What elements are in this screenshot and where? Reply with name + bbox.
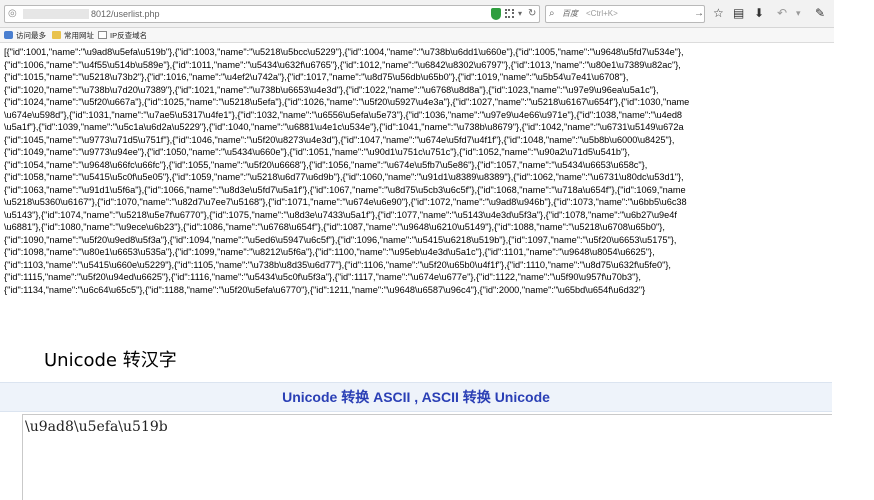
extension-icon[interactable]: ✎ [815, 6, 825, 20]
chevron-down-icon[interactable]: ▾ [518, 6, 522, 22]
reload-icon[interactable]: ↻ [528, 6, 536, 22]
globe-icon: ◎ [8, 8, 17, 19]
back-dropdown-icon[interactable]: ▾ [796, 6, 801, 20]
search-input[interactable]: ⌕ 百度 <Ctrl+K> → [545, 5, 705, 23]
json-line: {"id":1103,"name":"\u5415\u660e\u5229"},… [4, 259, 671, 270]
page-margin [834, 0, 874, 500]
tool-title-bar: Unicode 转换 ASCII , ASCII 转换 Unicode [0, 382, 832, 412]
bookmark-label: 常用网址 [64, 31, 94, 40]
address-bar[interactable]: ◎ 8012/userlist.php ▾ ↻ [4, 5, 540, 23]
address-url[interactable]: 8012/userlist.php [91, 6, 160, 22]
search-icon: ⌕ [549, 8, 555, 19]
json-line: {"id":1063,"name":"\u91d1\u5f6a"},{"id":… [4, 184, 686, 195]
json-line: {"id":1098,"name":"\u80e1\u6653\u535a"},… [4, 247, 655, 257]
search-engine-label[interactable]: 百度 [562, 6, 578, 22]
section-heading: Unicode 转汉字 [44, 350, 177, 371]
json-line: {"id":1115,"name":"\u5f20\u94ed\u6625"},… [4, 272, 641, 282]
search-placeholder: <Ctrl+K> [586, 9, 618, 18]
page-icon [98, 31, 107, 39]
json-line: {"id":1015,"name":"\u5218\u73b2"},{"id":… [4, 72, 629, 82]
unicode-input-textarea[interactable]: \u9ad8\u5efa\u519b [22, 414, 832, 500]
json-line: \u5218\u5360\u6167"},{"id":1070,"name":"… [4, 197, 687, 207]
json-line: \u5143"},{"id":1074,"name":"\u5218\u5e7f… [4, 209, 677, 220]
shield-icon[interactable] [491, 8, 501, 20]
folder-icon [52, 31, 61, 39]
json-line: {"id":1020,"name":"\u738b\u7d20\u7389"},… [4, 84, 659, 95]
json-output: [{"id":1001,"name":"\u9ad8\u5efa\u519b"}… [4, 46, 834, 326]
json-line: {"id":1058,"name":"\u5415\u5c0f\u5e05"},… [4, 172, 684, 182]
json-line: {"id":1024,"name":"\u5f20\u667a"},{"id":… [4, 97, 690, 107]
json-line: {"id":1006,"name":"\u4f55\u514b\u589e"},… [4, 59, 681, 70]
json-line: \u674e\u598d"},{"id":1031,"name":"\u7ae5… [4, 109, 683, 120]
tool-title: Unicode 转换 ASCII , ASCII 转换 Unicode [282, 389, 550, 405]
json-line: {"id":1134,"name":"\u6c64\u65c5"},{"id":… [4, 284, 646, 295]
browser-toolbar: ◎ 8012/userlist.php ▾ ↻ ⌕ 百度 <Ctrl+K> → … [0, 0, 834, 28]
bookmark-star-icon[interactable]: ☆ [713, 6, 724, 20]
bookmark-common-sites[interactable]: 常用网址 [52, 30, 94, 41]
favicon-icon [4, 31, 13, 39]
bookmark-label: IP反查域名 [110, 31, 148, 40]
json-line: \u5a1f"},{"id":1039,"name":"\u5c1a\u6d2a… [4, 122, 684, 132]
json-line: {"id":1054,"name":"\u9648\u66fc\u66fc"},… [4, 159, 648, 170]
search-go-icon[interactable]: → [694, 6, 704, 22]
bookmark-most-visited[interactable]: 访问最多 [4, 30, 46, 41]
bookmarks-bar: 访问最多 常用网址 IP反查域名 [0, 28, 834, 43]
json-line: {"id":1049,"name":"\u9773\u94ee"},{"id":… [4, 147, 630, 157]
json-line: \u6881"},{"id":1080,"name":"\u9ece\u6b23… [4, 222, 665, 232]
qr-code-icon[interactable] [505, 9, 514, 18]
bookmarks-menu-icon[interactable]: ▤ [733, 6, 744, 20]
url-host-redaction [23, 9, 89, 19]
bookmark-label: 访问最多 [16, 31, 46, 40]
json-line: {"id":1045,"name":"\u9773\u71d5\u751f"},… [4, 134, 675, 145]
json-line: {"id":1090,"name":"\u5f20\u9ed8\u5f3a"},… [4, 234, 677, 245]
json-line: [{"id":1001,"name":"\u9ad8\u5efa\u519b"}… [4, 47, 684, 57]
back-icon[interactable]: ↶ [777, 6, 787, 20]
bookmark-ip-reverse[interactable]: IP反查域名 [98, 30, 147, 41]
download-icon[interactable]: ⬇ [754, 6, 764, 20]
